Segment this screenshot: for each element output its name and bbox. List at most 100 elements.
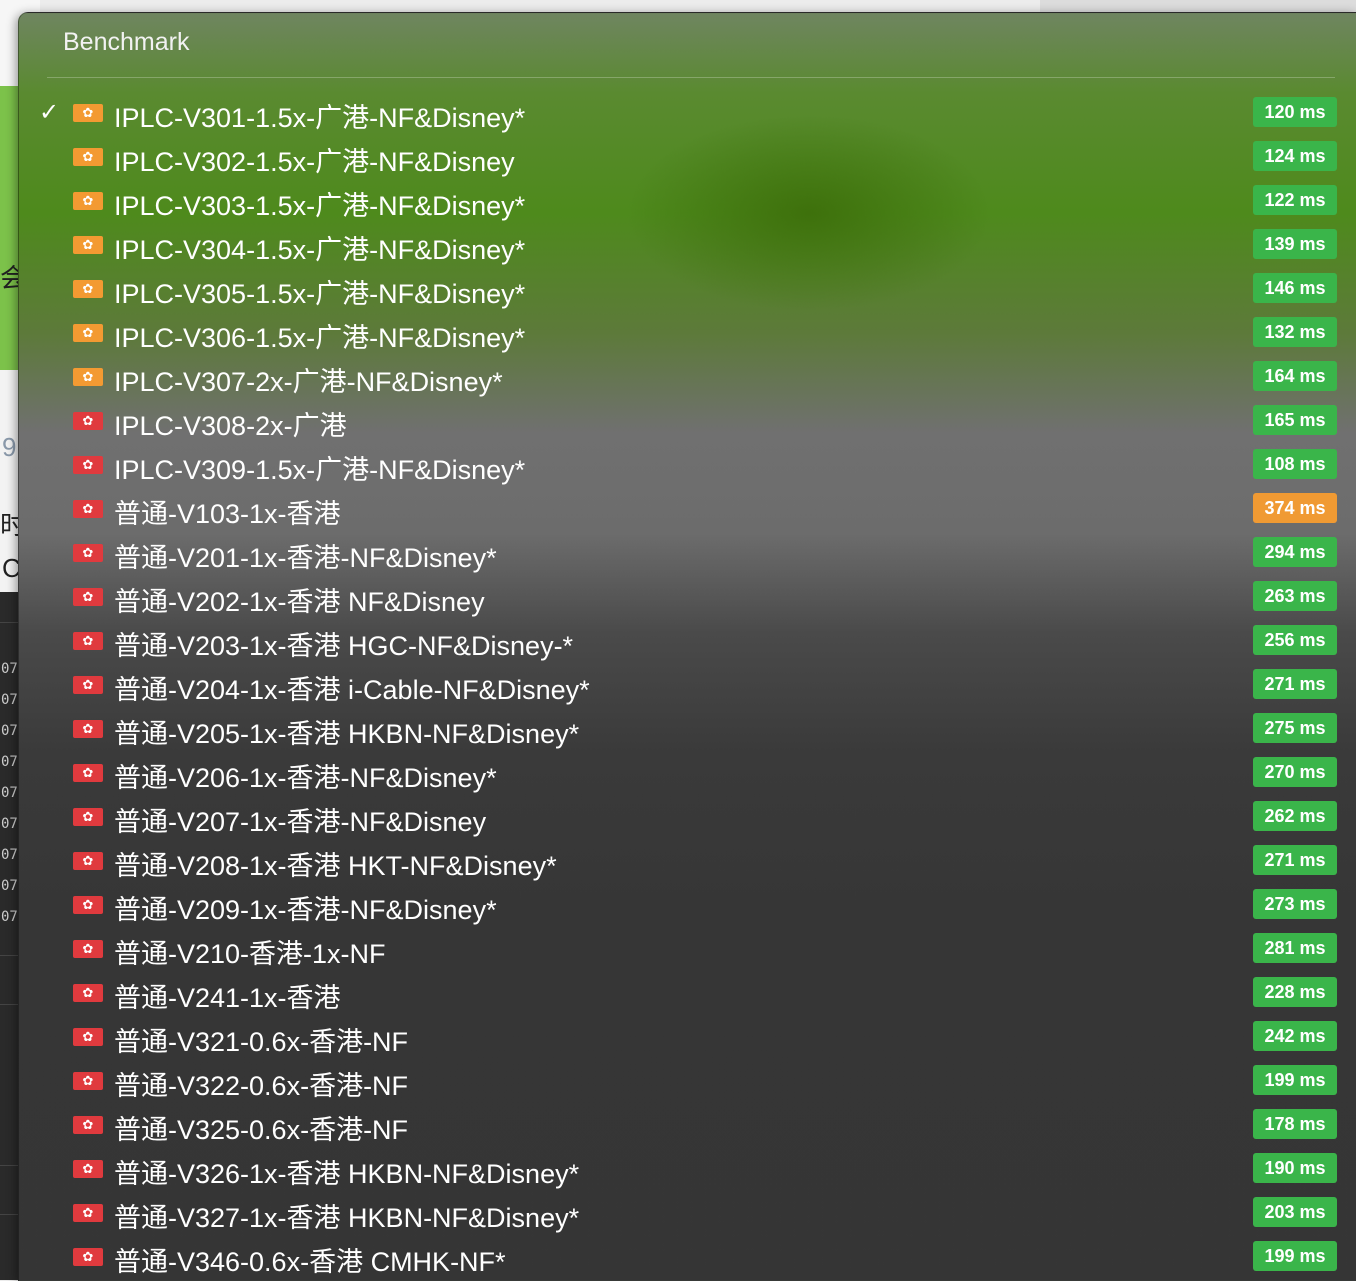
background-row-number: 07: [1, 661, 18, 677]
proxy-menu-item[interactable]: ✿ 普通-V103-1x-香港 374 ms: [19, 486, 1356, 530]
proxy-menu-item[interactable]: ✿ IPLC-V302-1.5x-广港-NF&Disney 124 ms: [19, 134, 1356, 178]
hong-kong-flag-icon: ✿: [73, 1028, 103, 1046]
proxy-name: IPLC-V301-1.5x-广港-NF&Disney*: [114, 103, 526, 133]
background-row-number: 07: [1, 878, 18, 894]
latency-badge: 270 ms: [1253, 757, 1337, 787]
guangdong-flag-icon: ✿: [73, 368, 103, 386]
proxy-menu-item[interactable]: ✿ 普通-V322-0.6x-香港-NF 199 ms: [19, 1058, 1356, 1102]
hong-kong-flag-icon: ✿: [73, 412, 103, 430]
latency-badge: 139 ms: [1253, 229, 1337, 259]
guangdong-flag-icon: ✿: [73, 148, 103, 166]
proxy-name: IPLC-V306-1.5x-广港-NF&Disney*: [114, 323, 526, 353]
proxy-menu-item[interactable]: ✿ 普通-V207-1x-香港-NF&Disney 262 ms: [19, 794, 1356, 838]
proxy-menu-item[interactable]: ✿ IPLC-V303-1.5x-广港-NF&Disney* 122 ms: [19, 178, 1356, 222]
proxy-menu-item[interactable]: ✿ 普通-V209-1x-香港-NF&Disney* 273 ms: [19, 882, 1356, 926]
proxy-name: 普通-V326-1x-香港 HKBN-NF&Disney*: [114, 1159, 580, 1189]
latency-badge: 190 ms: [1253, 1153, 1337, 1183]
proxy-menu-item[interactable]: ✿ 普通-V325-0.6x-香港-NF 178 ms: [19, 1102, 1356, 1146]
proxy-name: 普通-V204-1x-香港 i-Cable-NF&Disney*: [114, 675, 590, 705]
background-text-fragment: 9: [2, 432, 17, 462]
proxy-name: 普通-V206-1x-香港-NF&Disney*: [114, 763, 497, 793]
background-row-number: 07: [1, 723, 18, 739]
proxy-name: IPLC-V302-1.5x-广港-NF&Disney: [114, 147, 515, 177]
proxy-name: 普通-V241-1x-香港: [114, 983, 341, 1013]
menu-header: Benchmark: [63, 28, 190, 56]
proxy-menu-item[interactable]: ✿ 普通-V346-0.6x-香港 CMHK-NF* 199 ms: [19, 1234, 1356, 1278]
latency-badge: 275 ms: [1253, 713, 1337, 743]
proxy-name: 普通-V103-1x-香港: [114, 499, 341, 529]
hong-kong-flag-icon: ✿: [73, 1116, 103, 1134]
guangdong-flag-icon: ✿: [73, 192, 103, 210]
latency-badge: 228 ms: [1253, 977, 1337, 1007]
latency-badge: 108 ms: [1253, 449, 1337, 479]
proxy-name: 普通-V203-1x-香港 HGC-NF&Disney-*: [114, 631, 574, 661]
proxy-menu-item[interactable]: ✿ IPLC-V305-1.5x-广港-NF&Disney* 146 ms: [19, 266, 1356, 310]
hong-kong-flag-icon: ✿: [73, 500, 103, 518]
latency-badge: 199 ms: [1253, 1065, 1337, 1095]
background-row-number: 07: [1, 909, 18, 925]
background-row-number: 07: [1, 816, 18, 832]
guangdong-flag-icon: ✿: [73, 236, 103, 254]
proxy-menu-item[interactable]: ✿ IPLC-V304-1.5x-广港-NF&Disney* 139 ms: [19, 222, 1356, 266]
latency-badge: 203 ms: [1253, 1197, 1337, 1227]
proxy-menu-item[interactable]: ✿ IPLC-V309-1.5x-广港-NF&Disney* 108 ms: [19, 442, 1356, 486]
hong-kong-flag-icon: ✿: [73, 764, 103, 782]
guangdong-flag-icon: ✿: [73, 324, 103, 342]
hong-kong-flag-icon: ✿: [73, 1160, 103, 1178]
hong-kong-flag-icon: ✿: [73, 588, 103, 606]
proxy-menu-item[interactable]: ✿ 普通-V203-1x-香港 HGC-NF&Disney-* 256 ms: [19, 618, 1356, 662]
hong-kong-flag-icon: ✿: [73, 940, 103, 958]
checkmark-icon: ✓: [39, 99, 60, 126]
background-row-number: 07: [1, 754, 18, 770]
proxy-menu-item[interactable]: ✿ IPLC-V307-2x-广港-NF&Disney* 164 ms: [19, 354, 1356, 398]
latency-badge: 124 ms: [1253, 141, 1337, 171]
proxy-name: 普通-V210-香港-1x-NF: [114, 939, 386, 969]
hong-kong-flag-icon: ✿: [73, 1248, 103, 1266]
latency-badge: 164 ms: [1253, 361, 1337, 391]
proxy-menu-item[interactable]: ✿ 普通-V327-1x-香港 HKBN-NF&Disney* 203 ms: [19, 1190, 1356, 1234]
hong-kong-flag-icon: ✿: [73, 456, 103, 474]
hong-kong-flag-icon: ✿: [73, 808, 103, 826]
proxy-menu-item[interactable]: ✿ 普通-V206-1x-香港-NF&Disney* 270 ms: [19, 750, 1356, 794]
hong-kong-flag-icon: ✿: [73, 896, 103, 914]
latency-badge: 122 ms: [1253, 185, 1337, 215]
latency-badge: 132 ms: [1253, 317, 1337, 347]
latency-badge: 199 ms: [1253, 1241, 1337, 1271]
proxy-name: 普通-V201-1x-香港-NF&Disney*: [114, 543, 497, 573]
proxy-menu-item[interactable]: ✿ 普通-V201-1x-香港-NF&Disney* 294 ms: [19, 530, 1356, 574]
latency-badge: 281 ms: [1253, 933, 1337, 963]
proxy-menu-item[interactable]: ✓ ✿ IPLC-V301-1.5x-广港-NF&Disney* 120 ms: [19, 90, 1356, 134]
background-row-number: 07: [1, 785, 18, 801]
proxy-name: 普通-V327-1x-香港 HKBN-NF&Disney*: [114, 1203, 580, 1233]
proxy-menu-item[interactable]: ✿ 普通-V205-1x-香港 HKBN-NF&Disney* 275 ms: [19, 706, 1356, 750]
proxy-menu-item[interactable]: ✿ 普通-V204-1x-香港 i-Cable-NF&Disney* 271 ms: [19, 662, 1356, 706]
proxy-name: IPLC-V303-1.5x-广港-NF&Disney*: [114, 191, 526, 221]
proxy-menu-item[interactable]: ✿ 普通-V326-1x-香港 HKBN-NF&Disney* 190 ms: [19, 1146, 1356, 1190]
background-window-strip: [1040, 0, 1356, 12]
proxy-menu-item[interactable]: ✿ 普通-V208-1x-香港 HKT-NF&Disney* 271 ms: [19, 838, 1356, 882]
proxy-menu-item[interactable]: ✿ 普通-V210-香港-1x-NF 281 ms: [19, 926, 1356, 970]
proxy-name: 普通-V208-1x-香港 HKT-NF&Disney*: [114, 851, 557, 881]
proxy-name: IPLC-V307-2x-广港-NF&Disney*: [114, 367, 503, 397]
proxy-name: 普通-V346-0.6x-香港 CMHK-NF*: [114, 1247, 506, 1277]
proxy-name: 普通-V325-0.6x-香港-NF: [114, 1115, 409, 1145]
proxy-menu-item[interactable]: ✿ 普通-V321-0.6x-香港-NF 242 ms: [19, 1014, 1356, 1058]
latency-badge: 146 ms: [1253, 273, 1337, 303]
hong-kong-flag-icon: ✿: [73, 544, 103, 562]
guangdong-flag-icon: ✿: [73, 280, 103, 298]
proxy-name: 普通-V322-0.6x-香港-NF: [114, 1071, 409, 1101]
proxy-menu-item[interactable]: ✿ IPLC-V308-2x-广港 165 ms: [19, 398, 1356, 442]
proxy-list: ✓ ✿ IPLC-V301-1.5x-广港-NF&Disney* 120 ms ✿ IPL…: [19, 90, 1356, 1278]
proxy-name: 普通-V202-1x-香港 NF&Disney: [114, 587, 485, 617]
proxy-menu-item[interactable]: ✿ 普通-V202-1x-香港 NF&Disney 263 ms: [19, 574, 1356, 618]
latency-badge: 178 ms: [1253, 1109, 1337, 1139]
hong-kong-flag-icon: ✿: [73, 1072, 103, 1090]
proxy-name: 普通-V209-1x-香港-NF&Disney*: [114, 895, 497, 925]
hong-kong-flag-icon: ✿: [73, 632, 103, 650]
proxy-menu-item[interactable]: ✿ 普通-V241-1x-香港 228 ms: [19, 970, 1356, 1014]
latency-badge: 263 ms: [1253, 581, 1337, 611]
hong-kong-flag-icon: ✿: [73, 984, 103, 1002]
latency-badge: 165 ms: [1253, 405, 1337, 435]
proxy-name: 普通-V321-0.6x-香港-NF: [114, 1027, 409, 1057]
proxy-menu-item[interactable]: ✿ IPLC-V306-1.5x-广港-NF&Disney* 132 ms: [19, 310, 1356, 354]
